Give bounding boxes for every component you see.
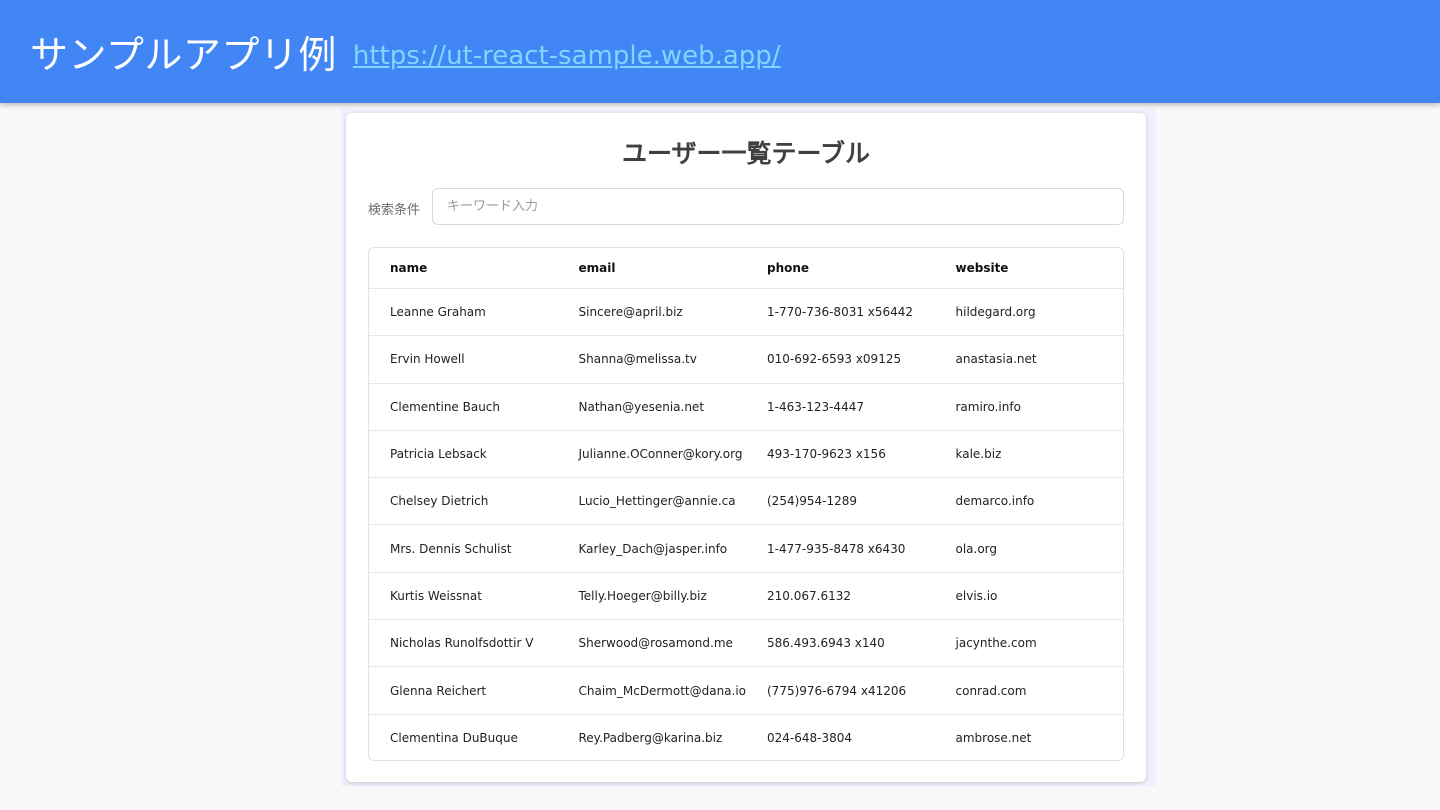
top-banner: サンプルアプリ例 https://ut-react-sample.web.app… [0,0,1440,103]
cell-website: ambrose.net [955,730,1032,745]
cell-email: Lucio_Hettinger@annie.ca [578,494,736,509]
cell-email: Telly.Hoeger@billy.biz [578,588,707,603]
cell-phone: 586.493.6943 x140 [767,636,885,651]
cell-name: Ervin Howell [390,352,465,367]
header-name[interactable]: name [369,261,558,275]
cell-phone: 024-648-3804 [767,730,853,745]
cell-website: hildegard.org [955,305,1036,320]
cell-email: Karley_Dach@jasper.info [578,541,728,556]
cell-name: Patricia Lebsack [390,447,487,462]
banner-title: サンプルアプリ例 [30,33,337,77]
cell-name: Leanne Graham [390,305,486,320]
cell-website: ramiro.info [955,399,1021,414]
page-title: ユーザー一覧テーブル [621,139,870,168]
cell-email: Julianne.OConner@kory.org [578,447,743,462]
cell-phone: 210.067.6132 [767,588,851,603]
cell-phone: 1-770-736-8031 x56442 [767,305,914,320]
header-email[interactable]: email [558,261,747,275]
table-row[interactable]: Nicholas Runolfsdottir V Sherwood@rosamon… [369,619,1123,666]
table-row[interactable]: Clementina DuBuque Rey.Padberg@karina.biz… [369,713,1123,760]
table-header-row: name email phone website [369,248,1123,288]
cell-website: anastasia.net [955,352,1037,367]
cell-name: Clementina DuBuque [390,730,518,745]
table-body: Leanne Graham Sincere@april.biz 1-770-736-… [369,288,1123,760]
cell-name: Nicholas Runolfsdottir V [390,636,534,651]
table-row[interactable]: Chelsey Dietrich Lucio_Hettinger@annie.ca… [369,477,1123,524]
cell-website: elvis.io [955,588,998,603]
cell-name: Kurtis Weissnat [390,588,482,603]
cell-name: Chelsey Dietrich [390,494,489,509]
cell-email: Sincere@april.biz [578,305,683,320]
table-row[interactable]: Kurtis Weissnat Telly.Hoeger@billy.biz 210… [369,571,1123,619]
cell-email: Nathan@yesenia.net [578,399,705,414]
cell-name: Mrs. Dennis Schulist [390,541,512,556]
table-row[interactable]: Clementine Bauch Nathan@yesenia.net 1-463-… [369,382,1123,430]
user-table: name email phone website Leanne Graham Si… [368,247,1124,761]
cell-phone: (775)976-6794 x41206 [767,683,907,698]
cell-website: ola.org [955,541,998,556]
table-row[interactable]: Mrs. Dennis Schulist Karley_Dach@jasper.i… [369,524,1123,571]
search-label: 検索条件 [368,203,421,218]
cell-phone: 1-477-935-8478 x6430 [767,541,906,556]
cell-phone: (254)954-1289 [767,494,858,509]
cell-email: Rey.Padberg@karina.biz [578,730,723,745]
table-row[interactable]: Ervin Howell Shanna@melissa.tv 010-692-659… [369,335,1123,382]
cell-website: kale.biz [955,447,1002,462]
user-table-card: ユーザー一覧テーブル 検索条件 name email phone website… [346,113,1146,782]
table-row[interactable]: Glenna Reichert Chaim_McDermott@dana.io (7… [369,666,1123,713]
cell-email: Sherwood@rosamond.me [578,636,733,651]
cell-website: demarco.info [955,494,1035,509]
table-row[interactable]: Leanne Graham Sincere@april.biz 1-770-736-… [369,288,1123,335]
cell-name: Clementine Bauch [390,399,501,414]
header-website[interactable]: website [935,261,1124,275]
cell-phone: 1-463-123-4447 [767,399,864,414]
cell-phone: 493-170-9623 x156 [767,447,886,462]
cell-email: Shanna@melissa.tv [578,352,697,367]
cell-phone: 010-692-6593 x09125 [767,352,902,367]
search-input[interactable] [432,188,1124,225]
header-phone[interactable]: phone [746,261,935,275]
cell-website: jacynthe.com [955,636,1037,651]
cell-name: Glenna Reichert [390,683,487,698]
sample-app-link[interactable]: https://ut-react-sample.web.app/ [353,41,781,71]
cell-website: conrad.com [955,683,1027,698]
table-row[interactable]: Patricia Lebsack Julianne.OConner@kory.or… [369,429,1123,477]
cell-email: Chaim_McDermott@dana.io [578,683,747,698]
